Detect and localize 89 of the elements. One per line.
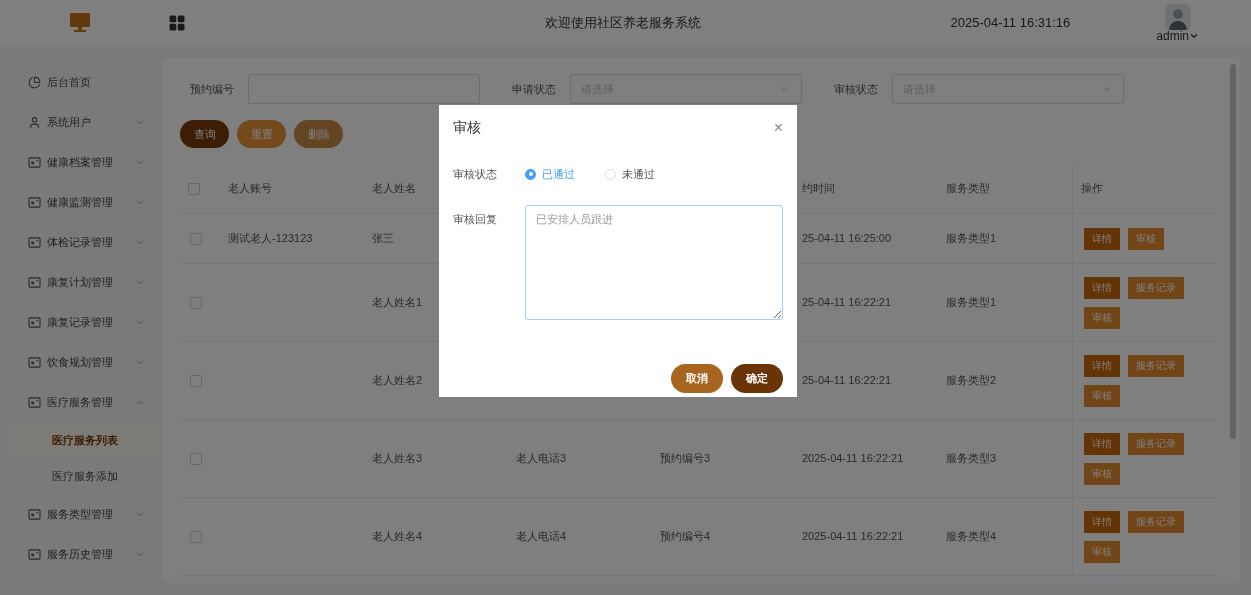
dialog-title: 审核	[453, 118, 481, 137]
filter-input[interactable]	[248, 74, 480, 104]
action-button[interactable]: 服务记录	[1128, 432, 1184, 455]
action-button[interactable]: 审核	[1084, 306, 1120, 329]
sidebar-item[interactable]: 服务类型管理	[0, 494, 160, 534]
table-cell-text: 老人姓名1	[372, 295, 424, 311]
reply-textarea[interactable]: 已安排人员跟进	[525, 204, 783, 320]
action-button[interactable]: 审核	[1084, 540, 1120, 563]
card-icon	[28, 396, 41, 408]
card-icon	[28, 356, 41, 368]
sidebar-item[interactable]: 服务历史管理	[0, 534, 160, 574]
card-icon	[28, 196, 41, 208]
sidebar-item[interactable]: 饮食规划管理	[0, 342, 160, 382]
sidebar-item[interactable]: 健康档案管理	[0, 142, 160, 182]
column-header: 操作	[1081, 181, 1103, 197]
card-icon	[28, 316, 41, 328]
action-button[interactable]: 服务记录	[1128, 276, 1184, 299]
table-cell-text: 老人电话4	[516, 529, 568, 545]
filter-label: 审核状态	[833, 81, 878, 97]
user-menu[interactable]: admin	[1156, 29, 1199, 42]
card-icon	[28, 156, 41, 168]
table-cell-text: 2025-04-11 16:22:21	[802, 451, 905, 467]
row-checkbox[interactable]	[190, 296, 202, 309]
column-header: 约时间	[802, 181, 836, 197]
sidebar-item[interactable]: 体检记录管理	[0, 222, 160, 262]
system-title: 欢迎使用社区养老服务系统	[545, 13, 702, 32]
row-checkbox[interactable]	[190, 530, 202, 543]
table-cell-text: 2025-04-11 16:22:21	[802, 529, 905, 545]
table-cell-text: 25-04-11 16:22:21	[802, 373, 893, 389]
sidebar-item[interactable]: 医疗服务管理	[0, 382, 160, 422]
action-button[interactable]: 审核	[1084, 384, 1120, 407]
radio-option[interactable]: 已通过	[525, 166, 575, 183]
table-cell-text: 预约编号3	[660, 451, 712, 467]
avatar[interactable]	[1164, 3, 1191, 30]
submenu-item[interactable]: 医疗服务添加	[12, 458, 160, 494]
action-button[interactable]: 详情	[1084, 432, 1120, 455]
card-icon	[28, 508, 41, 520]
radio-option[interactable]: 未通过	[605, 166, 655, 183]
table-cell-text: 服务类型1	[946, 231, 998, 247]
action-button[interactable]: 审核	[1084, 462, 1120, 485]
toolbar-button[interactable]: 重置	[237, 120, 286, 148]
dialog-button[interactable]: 确定	[731, 363, 783, 393]
menu-icon[interactable]	[168, 13, 186, 32]
date-time: 2025-04-11 16:31:16	[950, 13, 1071, 32]
sidebar-item[interactable]: 系统用户	[0, 102, 160, 142]
field-label: 审核回复	[453, 211, 498, 227]
card-icon	[28, 548, 41, 560]
sidebar-item[interactable]: 健康监测管理	[0, 182, 160, 222]
submenu-item[interactable]: 医疗服务列表	[12, 422, 160, 458]
table-cell-text: 预约编号4	[660, 529, 712, 545]
toolbar-button[interactable]: 查询	[180, 120, 229, 148]
table-cell-text: 老人姓名4	[372, 529, 424, 545]
row-checkbox[interactable]	[190, 232, 202, 245]
table-cell-text: 老人电话3	[516, 451, 568, 467]
filter-label: 预约编号	[189, 81, 234, 97]
filter-label: 申请状态	[511, 81, 556, 97]
table-cell-text: 25-04-11 16:25:00	[802, 231, 893, 247]
dialog-button[interactable]: 取消	[671, 363, 723, 393]
table-cell-text: 25-04-11 16:22:21	[802, 295, 893, 311]
action-button[interactable]: 审核	[1128, 227, 1164, 250]
table-cell-text: 服务类型2	[946, 373, 998, 389]
table-cell-text: 服务类型3	[946, 451, 998, 467]
table-cell-text: 测试老人-123123	[228, 231, 314, 247]
table-cell-text: 老人姓名2	[372, 373, 424, 389]
select-all-checkbox[interactable]	[188, 182, 200, 195]
close-button[interactable]: ×	[773, 119, 783, 136]
column-header: 服务类型	[946, 181, 991, 197]
sidebar-item[interactable]: 后台首页	[0, 62, 160, 102]
field-label: 审核状态	[453, 167, 498, 182]
action-button[interactable]: 详情	[1084, 276, 1120, 299]
dashboard-icon	[28, 75, 41, 89]
table-cell-text: 老人姓名3	[372, 451, 424, 467]
action-button[interactable]: 服务记录	[1128, 354, 1184, 377]
card-icon	[28, 276, 41, 288]
table-cell-text: 服务类型4	[946, 529, 998, 545]
sidebar-item[interactable]: 康复计划管理	[0, 262, 160, 302]
table-cell-text: 服务类型1	[946, 295, 998, 311]
user-icon	[28, 115, 41, 129]
action-button[interactable]: 详情	[1084, 354, 1120, 377]
monitor-logo-icon	[69, 11, 91, 34]
sidebar-item[interactable]: 康复记录管理	[0, 302, 160, 342]
column-header: 老人账号	[228, 181, 273, 197]
action-button[interactable]: 详情	[1084, 510, 1120, 533]
row-checkbox[interactable]	[190, 452, 202, 465]
row-checkbox[interactable]	[190, 374, 202, 387]
card-icon	[28, 236, 41, 248]
action-button[interactable]: 详情	[1084, 227, 1120, 250]
action-button[interactable]: 服务记录	[1128, 510, 1184, 533]
column-header: 老人姓名	[372, 181, 417, 197]
